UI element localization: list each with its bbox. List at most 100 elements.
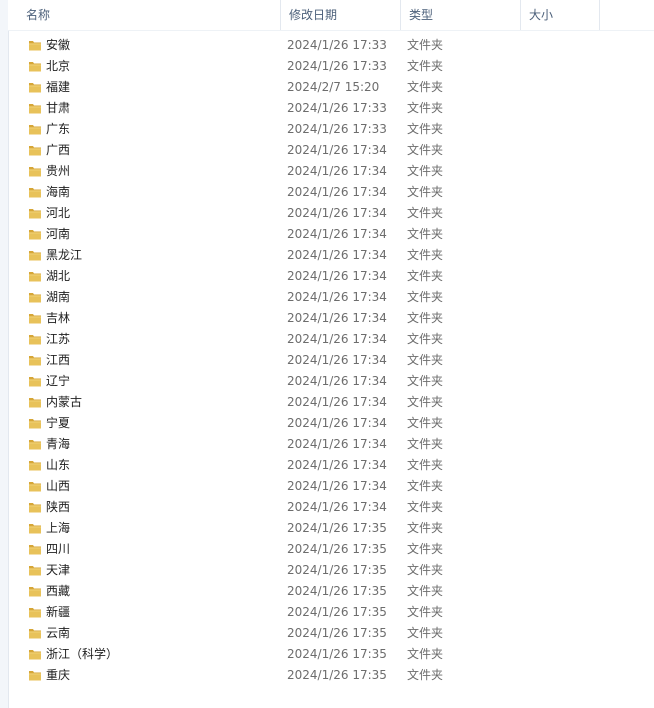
- list-item[interactable]: 江西 2024/1/26 17:34 文件夹: [8, 350, 654, 371]
- modified-date: 2024/1/26 17:34: [287, 311, 387, 325]
- column-header-name-label: 名称: [26, 8, 51, 22]
- file-type: 文件夹: [407, 269, 444, 283]
- folder-icon: [28, 59, 42, 73]
- list-item[interactable]: 四川 2024/1/26 17:35 文件夹: [8, 539, 654, 560]
- list-item[interactable]: 新疆 2024/1/26 17:35 文件夹: [8, 602, 654, 623]
- folder-icon: [28, 647, 42, 661]
- modified-date: 2024/1/26 17:33: [287, 59, 387, 73]
- modified-date: 2024/1/26 17:33: [287, 101, 387, 115]
- list-item[interactable]: 安徽 2024/1/26 17:33 文件夹: [8, 35, 654, 56]
- folder-icon: [28, 416, 42, 430]
- file-name: 广东: [46, 122, 71, 136]
- file-type: 文件夹: [407, 164, 444, 178]
- list-item[interactable]: 河北 2024/1/26 17:34 文件夹: [8, 203, 654, 224]
- modified-date: 2024/1/26 17:34: [287, 290, 387, 304]
- file-type: 文件夹: [407, 563, 444, 577]
- folder-icon: [28, 542, 42, 556]
- file-type: 文件夹: [407, 542, 444, 556]
- list-item[interactable]: 吉林 2024/1/26 17:34 文件夹: [8, 308, 654, 329]
- list-item[interactable]: 浙江（科学） 2024/1/26 17:35 文件夹: [8, 644, 654, 665]
- folder-icon: [28, 164, 42, 178]
- file-type: 文件夹: [407, 395, 444, 409]
- file-name: 广西: [46, 143, 71, 157]
- list-item[interactable]: 贵州 2024/1/26 17:34 文件夹: [8, 161, 654, 182]
- folder-icon: [28, 290, 42, 304]
- folder-icon: [28, 101, 42, 115]
- file-type: 文件夹: [407, 353, 444, 367]
- list-item[interactable]: 青海 2024/1/26 17:34 文件夹: [8, 434, 654, 455]
- file-name: 贵州: [46, 164, 71, 178]
- list-item[interactable]: 重庆 2024/1/26 17:35 文件夹: [8, 665, 654, 686]
- sort-ascending-icon: ^: [151, 0, 159, 1]
- file-name: 山东: [46, 458, 71, 472]
- list-item[interactable]: 山西 2024/1/26 17:34 文件夹: [8, 476, 654, 497]
- list-item[interactable]: 河南 2024/1/26 17:34 文件夹: [8, 224, 654, 245]
- modified-date: 2024/1/26 17:35: [287, 563, 387, 577]
- modified-date: 2024/1/26 17:34: [287, 479, 387, 493]
- folder-icon: [28, 479, 42, 493]
- modified-date: 2024/1/26 17:35: [287, 521, 387, 535]
- file-type: 文件夹: [407, 521, 444, 535]
- list-item[interactable]: 黑龙江 2024/1/26 17:34 文件夹: [8, 245, 654, 266]
- file-type: 文件夹: [407, 185, 444, 199]
- file-name: 陕西: [46, 500, 71, 514]
- list-item[interactable]: 天津 2024/1/26 17:35 文件夹: [8, 560, 654, 581]
- list-item[interactable]: 云南 2024/1/26 17:35 文件夹: [8, 623, 654, 644]
- folder-icon: [28, 668, 42, 682]
- list-item[interactable]: 福建 2024/2/7 15:20 文件夹: [8, 77, 654, 98]
- list-item[interactable]: 辽宁 2024/1/26 17:34 文件夹: [8, 371, 654, 392]
- folder-icon: [28, 521, 42, 535]
- folder-icon: [28, 269, 42, 283]
- folder-icon: [28, 437, 42, 451]
- folder-icon: [28, 311, 42, 325]
- file-type: 文件夹: [407, 38, 444, 52]
- file-name: 天津: [46, 563, 71, 577]
- file-type: 文件夹: [407, 143, 444, 157]
- list-item[interactable]: 西藏 2024/1/26 17:35 文件夹: [8, 581, 654, 602]
- header-divider: [8, 30, 654, 31]
- column-header-size[interactable]: 大小: [520, 0, 600, 30]
- folder-icon: [28, 122, 42, 136]
- list-item[interactable]: 甘肃 2024/1/26 17:33 文件夹: [8, 98, 654, 119]
- list-item[interactable]: 宁夏 2024/1/26 17:34 文件夹: [8, 413, 654, 434]
- file-type: 文件夹: [407, 479, 444, 493]
- file-type: 文件夹: [407, 59, 444, 73]
- column-header-modified[interactable]: 修改日期: [280, 0, 400, 30]
- list-item[interactable]: 山东 2024/1/26 17:34 文件夹: [8, 455, 654, 476]
- file-name: 重庆: [46, 668, 71, 682]
- file-name: 青海: [46, 437, 71, 451]
- modified-date: 2024/1/26 17:33: [287, 38, 387, 52]
- file-type: 文件夹: [407, 605, 444, 619]
- column-header-type[interactable]: 类型: [400, 0, 520, 30]
- list-item[interactable]: 北京 2024/1/26 17:33 文件夹: [8, 56, 654, 77]
- list-item[interactable]: 内蒙古 2024/1/26 17:34 文件夹: [8, 392, 654, 413]
- list-item[interactable]: 湖北 2024/1/26 17:34 文件夹: [8, 266, 654, 287]
- list-item[interactable]: 江苏 2024/1/26 17:34 文件夹: [8, 329, 654, 350]
- list-item[interactable]: 陕西 2024/1/26 17:34 文件夹: [8, 497, 654, 518]
- file-type: 文件夹: [407, 668, 444, 682]
- column-header-size-label: 大小: [529, 8, 554, 22]
- file-name: 西藏: [46, 584, 71, 598]
- file-name: 辽宁: [46, 374, 71, 388]
- list-item[interactable]: 上海 2024/1/26 17:35 文件夹: [8, 518, 654, 539]
- file-name: 海南: [46, 185, 71, 199]
- list-item[interactable]: 广东 2024/1/26 17:33 文件夹: [8, 119, 654, 140]
- folder-icon: [28, 248, 42, 262]
- list-item[interactable]: 海南 2024/1/26 17:34 文件夹: [8, 182, 654, 203]
- modified-date: 2024/1/26 17:34: [287, 395, 387, 409]
- modified-date: 2024/1/26 17:34: [287, 185, 387, 199]
- modified-date: 2024/1/26 17:35: [287, 542, 387, 556]
- folder-icon: [28, 185, 42, 199]
- modified-date: 2024/1/26 17:33: [287, 122, 387, 136]
- folder-icon: [28, 605, 42, 619]
- list-item[interactable]: 湖南 2024/1/26 17:34 文件夹: [8, 287, 654, 308]
- file-name: 安徽: [46, 38, 71, 52]
- file-name: 云南: [46, 626, 71, 640]
- file-type: 文件夹: [407, 584, 444, 598]
- file-type: 文件夹: [407, 227, 444, 241]
- list-item[interactable]: 广西 2024/1/26 17:34 文件夹: [8, 140, 654, 161]
- file-name: 内蒙古: [46, 395, 83, 409]
- file-type: 文件夹: [407, 437, 444, 451]
- modified-date: 2024/1/26 17:35: [287, 605, 387, 619]
- column-header-name[interactable]: 名称: [18, 0, 280, 30]
